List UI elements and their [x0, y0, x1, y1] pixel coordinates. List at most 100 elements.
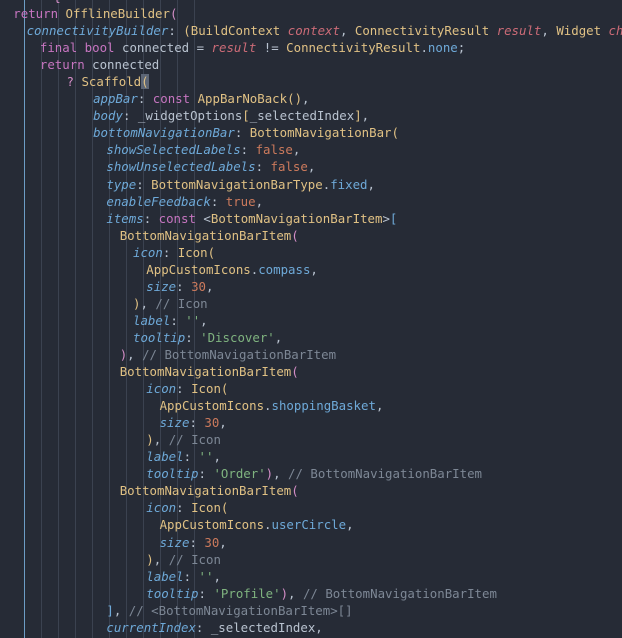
- text-caret: (: [141, 74, 149, 90]
- code-token-punct: ;: [457, 40, 466, 56]
- code-line[interactable]: showUnselectedLabels: false,: [0, 158, 622, 175]
- code-token-cls: BottomNavigationBar: [249, 125, 392, 141]
- code-token-cls: AppBarNoBack: [197, 91, 288, 107]
- code-line[interactable]: ), // BottomNavigationBarItem: [0, 346, 622, 363]
- code-token-punct: :: [210, 193, 226, 209]
- code-line[interactable]: label: '',: [0, 312, 622, 329]
- code-token-pb: (: [183, 23, 191, 39]
- code-token-punct: ,: [302, 91, 310, 107]
- code-line[interactable]: icon: Icon(: [0, 380, 622, 397]
- code-editor[interactable]: {return OfflineBuilder(connectivityBuild…: [0, 0, 622, 638]
- code-token-punct: :: [170, 312, 186, 328]
- code-line[interactable]: showSelectedLabels: false,: [0, 141, 622, 158]
- code-token-punct: [489, 23, 496, 38]
- code-token-punct: :: [137, 91, 153, 107]
- code-token-ident: _widgetOptions: [137, 108, 243, 124]
- code-content[interactable]: {return OfflineBuilder(connectivityBuild…: [0, 0, 622, 638]
- code-token-param: connectivityBuilder: [26, 23, 169, 39]
- code-line[interactable]: ], // <BottomNavigationBarItem>[]: [0, 602, 622, 619]
- code-token-param: enableFeedback: [106, 193, 211, 209]
- code-token-punct: .: [264, 398, 272, 414]
- code-token-cls: BottomNavigationBarItem: [119, 483, 292, 499]
- code-line[interactable]: icon: Icon(: [0, 499, 622, 516]
- code-token-pb: (: [220, 500, 229, 516]
- code-token-pb: (: [220, 381, 229, 397]
- code-line[interactable]: size: 30,: [0, 534, 622, 551]
- code-line[interactable]: size: 30,: [0, 414, 622, 431]
- code-line[interactable]: AppCustomIcons.compass,: [0, 261, 622, 278]
- code-token-punct: :: [240, 142, 256, 158]
- code-line[interactable]: enableFeedback: true,: [0, 193, 622, 210]
- code-line[interactable]: bottomNavigationBar: BottomNavigationBar…: [0, 124, 622, 141]
- code-line[interactable]: items: const <BottomNavigationBarItem>[: [0, 210, 622, 227]
- code-token-pb: (: [207, 244, 216, 260]
- code-token-punct: [256, 40, 263, 55]
- code-token-param: icon: [146, 381, 177, 397]
- code-token-punct: ,: [339, 23, 355, 39]
- code-line[interactable]: icon: Icon(: [0, 244, 622, 261]
- code-token-param: showSelectedLabels: [106, 142, 241, 158]
- code-line[interactable]: label: '',: [0, 568, 622, 585]
- code-token-punct: [85, 57, 92, 72]
- code-line[interactable]: tooltip: 'Profile'), // BottomNavigation…: [0, 585, 622, 602]
- code-token-punct: ,: [361, 108, 370, 124]
- code-line[interactable]: return connected: [0, 56, 622, 73]
- code-line[interactable]: BottomNavigationBarItem(: [0, 363, 622, 380]
- code-token-punct: :: [255, 159, 271, 175]
- code-token-kw: bool: [84, 40, 115, 56]
- code-token-punct: [58, 6, 65, 21]
- code-line[interactable]: label: '',: [0, 448, 622, 465]
- code-token-punct: ,: [113, 602, 129, 618]
- code-token-punct: <: [203, 210, 211, 226]
- code-line[interactable]: BottomNavigationBarItem(: [0, 482, 622, 499]
- code-line[interactable]: AppCustomIcons.shoppingBasket,: [0, 397, 622, 414]
- code-token-param: type: [106, 176, 137, 192]
- code-token-num: 30: [204, 534, 220, 550]
- code-token-cmt: // BottomNavigationBarItem: [142, 346, 337, 362]
- code-token-field: userCircle: [271, 517, 347, 533]
- code-line[interactable]: type: BottomNavigationBarType.fixed,: [0, 176, 622, 193]
- code-token-punct: :: [136, 176, 152, 192]
- code-line[interactable]: ), // Icon: [0, 551, 622, 568]
- code-token-punct: :: [189, 534, 205, 550]
- code-line[interactable]: ), // Icon: [0, 295, 622, 312]
- code-token-punct: ,: [255, 193, 264, 209]
- code-token-pa: (: [169, 6, 178, 22]
- code-line[interactable]: connectivityBuilder: (BuildContext conte…: [0, 22, 622, 39]
- code-line[interactable]: tooltip: 'Discover',: [0, 329, 622, 346]
- code-line[interactable]: ), // Icon: [0, 431, 622, 448]
- code-token-num: 30: [204, 415, 220, 431]
- code-token-cls: AppCustomIcons: [159, 517, 265, 533]
- code-token-kw: final: [39, 40, 78, 56]
- code-line[interactable]: size: 30,: [0, 278, 622, 295]
- code-token-punct: ,: [219, 534, 227, 550]
- code-token-cls: BottomNavigationBarItem: [119, 227, 292, 243]
- code-token-cls: BuildContext: [190, 23, 281, 39]
- code-token-pb: ): [146, 551, 154, 567]
- code-line[interactable]: ? Scaffold(: [0, 73, 622, 90]
- code-line[interactable]: body: _widgetOptions[_selectedIndex],: [0, 107, 622, 124]
- code-token-param: icon: [146, 500, 177, 516]
- code-token-punct: [204, 40, 211, 55]
- code-token-punct: ,: [310, 261, 318, 277]
- code-token-field: shoppingBasket: [271, 398, 376, 414]
- code-token-cls: Icon: [177, 244, 208, 260]
- code-line[interactable]: return OfflineBuilder(: [0, 5, 622, 22]
- code-token-kw: const: [158, 210, 196, 226]
- code-token-field: compass: [258, 261, 311, 277]
- code-token-punct: :: [176, 500, 192, 516]
- code-token-param: label: [133, 312, 171, 328]
- code-token-param: label: [146, 568, 184, 584]
- code-line[interactable]: AppCustomIcons.userCircle,: [0, 516, 622, 533]
- code-token-op: =: [196, 40, 205, 56]
- code-line[interactable]: BottomNavigationBarItem(: [0, 227, 622, 244]
- code-token-cmt: // BottomNavigationBarItem: [302, 585, 497, 601]
- code-token-pa: ): [280, 585, 289, 601]
- code-token-punct: :: [122, 108, 138, 124]
- code-line[interactable]: final bool connected = result != Connect…: [0, 39, 622, 56]
- code-line[interactable]: currentIndex: _selectedIndex,: [0, 619, 622, 636]
- code-token-param: appBar: [93, 91, 138, 107]
- code-line[interactable]: tooltip: 'Order'), // BottomNavigationBa…: [0, 465, 622, 482]
- code-line[interactable]: appBar: const AppBarNoBack(),: [0, 90, 622, 107]
- code-token-pa: (: [291, 483, 299, 499]
